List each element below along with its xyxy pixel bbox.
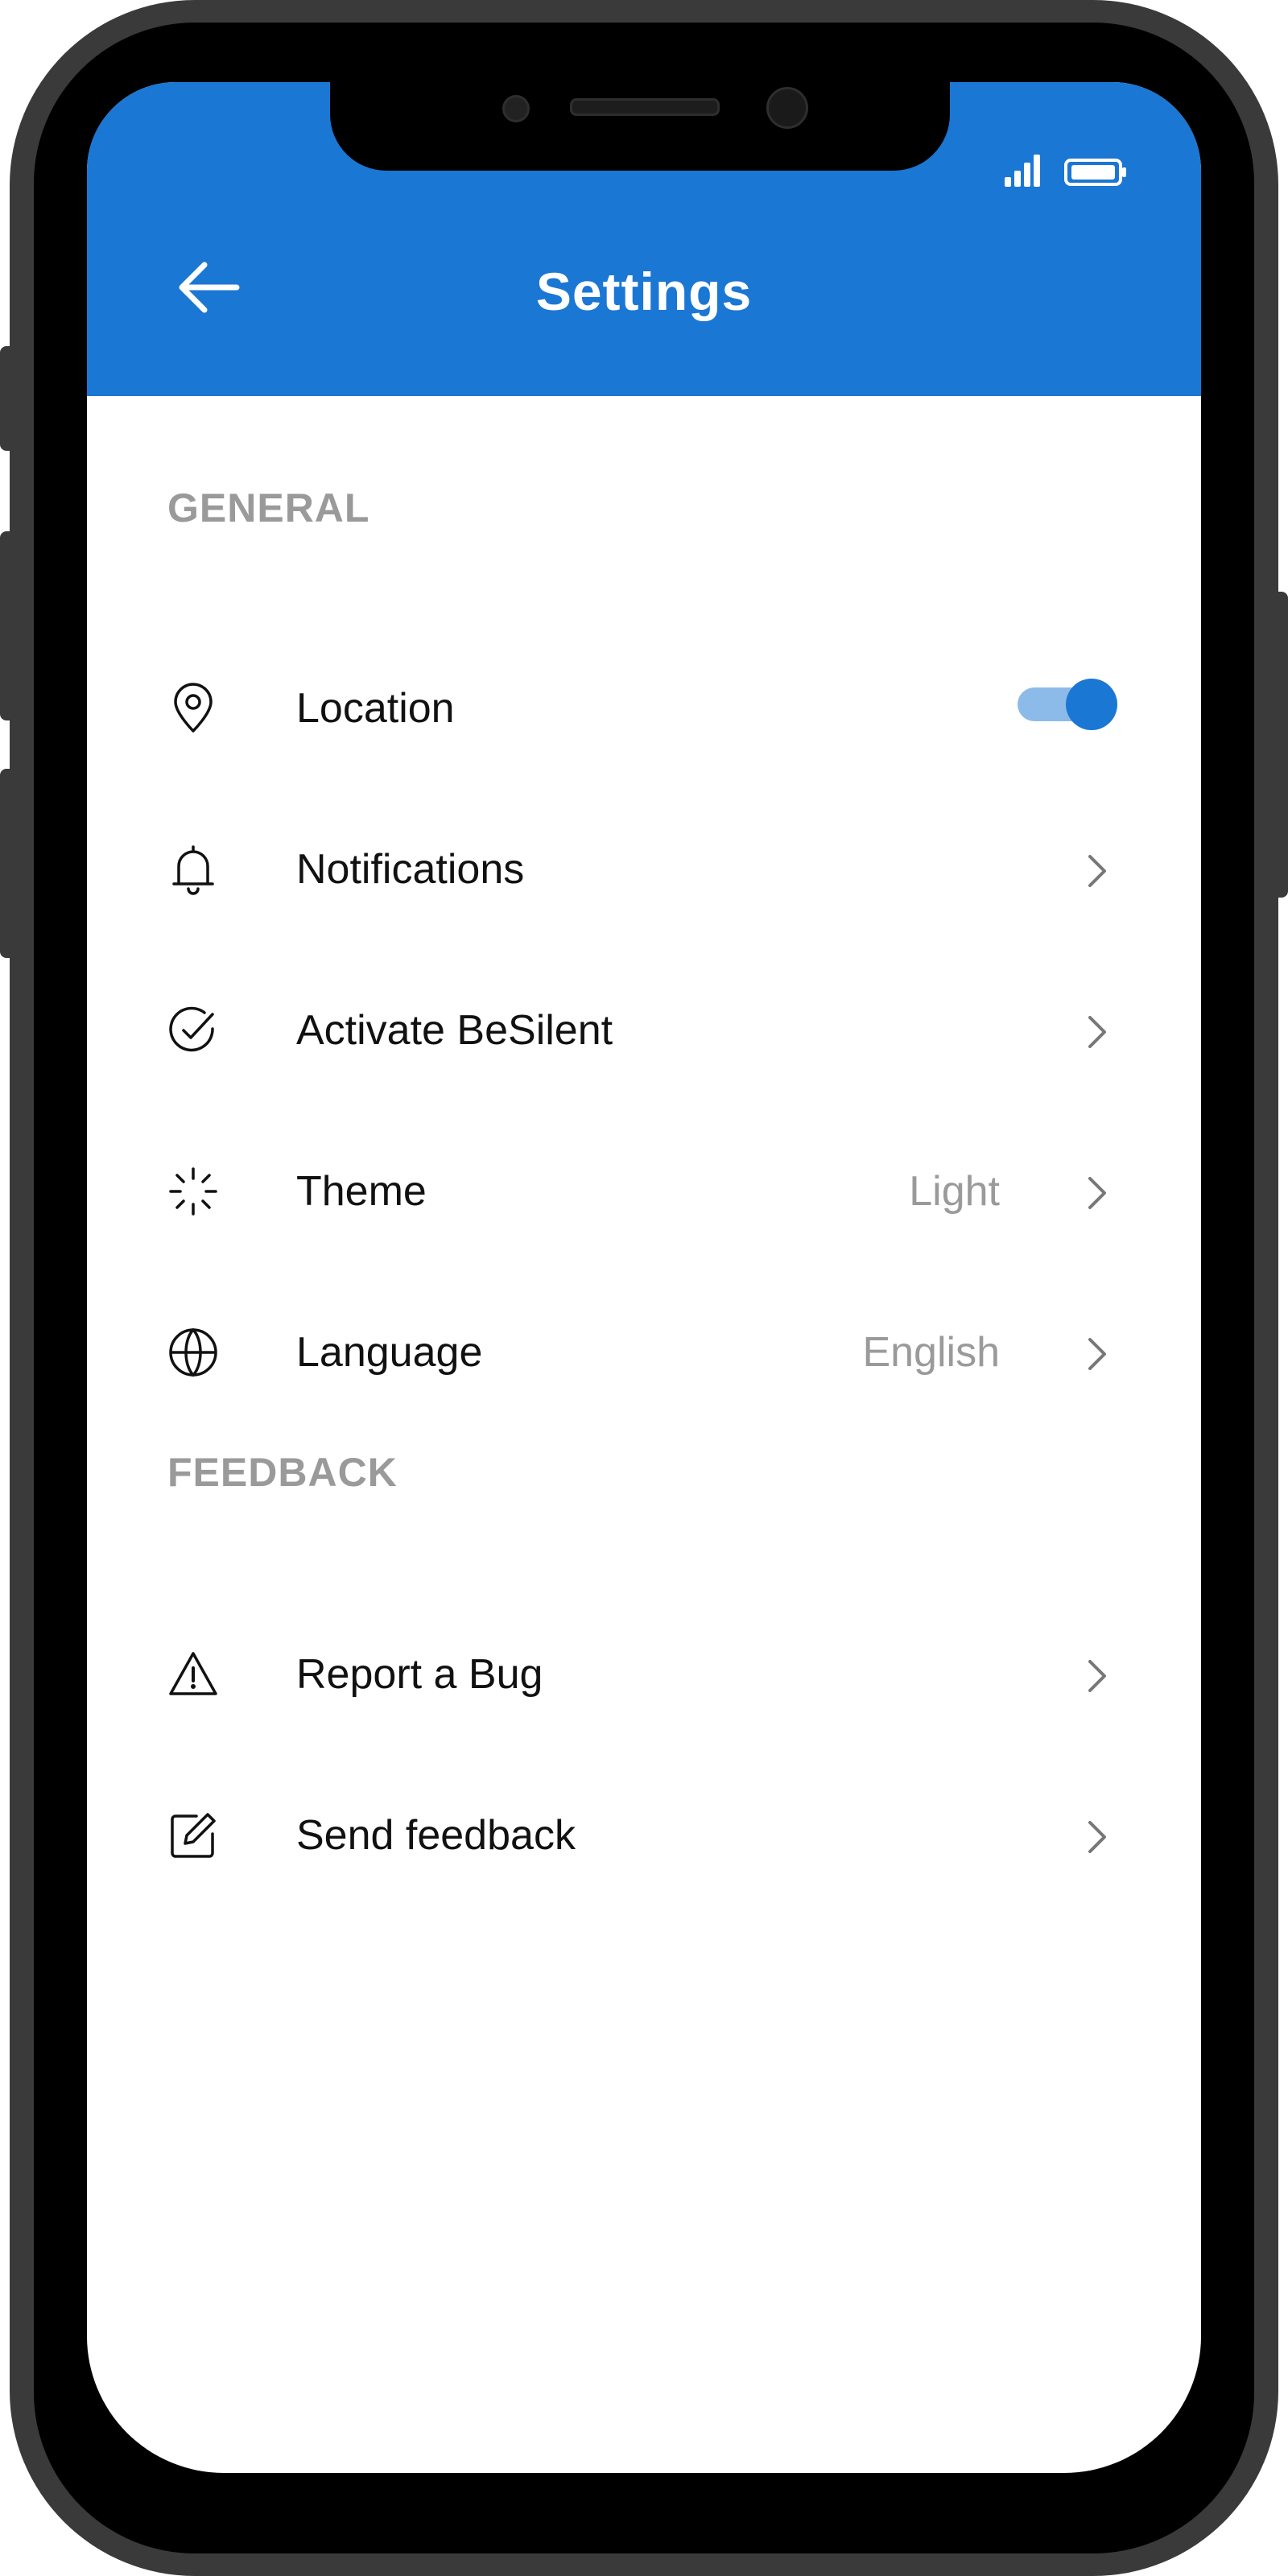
chevron-right-icon xyxy=(1080,1013,1113,1051)
toggle-thumb xyxy=(1066,679,1117,730)
settings-row-language[interactable]: Language English xyxy=(87,1304,1201,1401)
settings-row-theme[interactable]: Theme Light xyxy=(87,1143,1201,1240)
globe-icon xyxy=(167,1327,219,1378)
settings-row-value: English xyxy=(862,1329,1000,1376)
app-screen: Settings GENERAL Location Notifications xyxy=(87,82,1201,2473)
chevron-right-icon xyxy=(1080,852,1113,890)
settings-row-location[interactable]: Location xyxy=(87,660,1201,757)
settings-row-label: Language xyxy=(296,1329,483,1376)
signal-icon xyxy=(1003,155,1043,187)
settings-row-label: Activate BeSilent xyxy=(296,1007,613,1054)
section-header-general: GENERAL xyxy=(167,485,370,530)
location-toggle[interactable] xyxy=(1018,676,1117,733)
settings-row-notifications[interactable]: Notifications xyxy=(87,821,1201,918)
settings-row-label: Location xyxy=(296,685,455,732)
chevron-right-icon xyxy=(1080,1818,1113,1856)
warning-triangle-icon xyxy=(167,1649,219,1700)
proximity-sensor xyxy=(502,95,530,122)
bell-icon xyxy=(167,844,219,895)
status-bar xyxy=(1003,155,1129,187)
edit-icon xyxy=(167,1810,219,1861)
settings-row-label: Notifications xyxy=(296,846,525,893)
section-header-feedback: FEEDBACK xyxy=(167,1450,398,1495)
settings-row-label: Theme xyxy=(296,1168,427,1215)
earpiece-speaker xyxy=(570,98,720,116)
page-title: Settings xyxy=(535,262,753,321)
settings-row-label: Report a Bug xyxy=(296,1651,543,1698)
battery-icon xyxy=(1064,158,1129,187)
settings-row-report-bug[interactable]: Report a Bug xyxy=(87,1626,1201,1723)
chevron-right-icon xyxy=(1080,1335,1113,1373)
map-pin-icon xyxy=(167,683,219,734)
chevron-right-icon xyxy=(1080,1657,1113,1695)
settings-row-label: Send feedback xyxy=(296,1812,576,1859)
settings-row-value: Light xyxy=(909,1168,1000,1215)
loader-icon xyxy=(167,1166,219,1217)
phone-notch xyxy=(330,82,950,171)
settings-row-send-feedback[interactable]: Send feedback xyxy=(87,1787,1201,1884)
check-circle-icon xyxy=(167,1005,219,1056)
front-camera xyxy=(766,87,808,129)
settings-row-activate-besilent[interactable]: Activate BeSilent xyxy=(87,982,1201,1079)
chevron-right-icon xyxy=(1080,1174,1113,1212)
